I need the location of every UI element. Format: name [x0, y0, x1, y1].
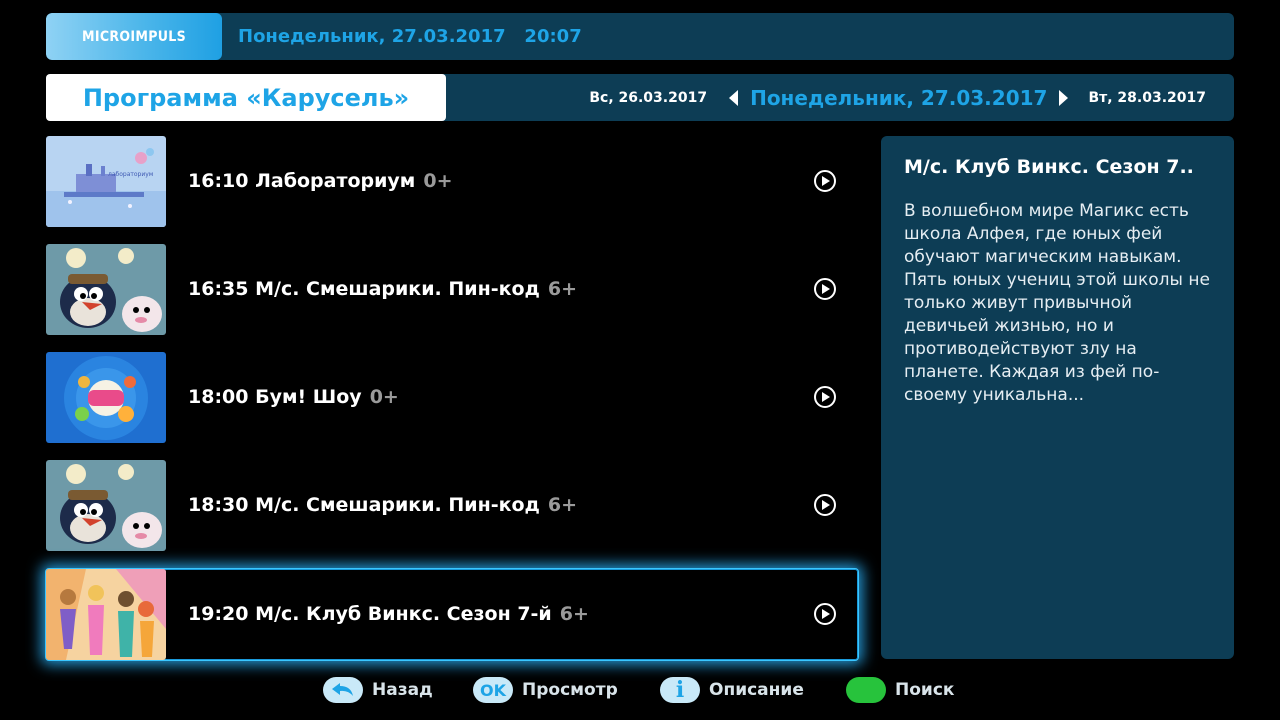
- back-arrow-icon: [323, 677, 363, 703]
- prev-date[interactable]: Вс, 26.03.2017: [589, 90, 707, 106]
- program-thumbnail: [46, 460, 166, 551]
- program-list: лабораториум 16:10 Лабораториум 0+ 16:35…: [45, 136, 859, 678]
- program-title: 18:30 М/с. Смешарики. Пин-код 6+: [188, 494, 578, 516]
- back-label: Назад: [372, 680, 433, 700]
- program-row[interactable]: лабораториум 16:10 Лабораториум 0+: [46, 136, 858, 227]
- age-rating: 0+: [423, 170, 453, 192]
- chevron-right-icon[interactable]: [1059, 89, 1069, 106]
- program-thumbnail: лабораториум: [46, 136, 166, 227]
- date-navigation-bar: Программа «Карусель» Вс, 26.03.2017 Поне…: [46, 74, 1234, 121]
- info-icon: i: [660, 677, 700, 703]
- play-circle-icon[interactable]: [814, 170, 836, 192]
- program-title: 18:00 Бум! Шоу 0+: [188, 386, 399, 408]
- svg-text:лабораториум: лабораториум: [108, 171, 153, 178]
- current-datetime: Понедельник, 27.03.2017 20:07: [238, 26, 582, 47]
- program-title: 16:35 М/с. Смешарики. Пин-код 6+: [188, 278, 578, 300]
- back-hint[interactable]: Назад: [323, 676, 433, 704]
- channel-title: Программа «Карусель»: [46, 74, 446, 121]
- age-rating: 6+: [547, 278, 578, 300]
- age-rating: 6+: [547, 494, 578, 516]
- play-circle-icon[interactable]: [814, 278, 836, 300]
- program-thumbnail: [46, 244, 166, 335]
- current-date: Понедельник, 27.03.2017: [750, 85, 1048, 110]
- next-date[interactable]: Вт, 28.03.2017: [1088, 90, 1206, 106]
- green-key-icon: [846, 677, 886, 703]
- date-switcher: Вс, 26.03.2017 Понедельник, 27.03.2017 В…: [589, 74, 1206, 121]
- ok-label: Просмотр: [522, 680, 618, 700]
- program-title: 19:20 М/с. Клуб Винкс. Сезон 7-й 6+: [188, 603, 589, 625]
- program-title: 16:10 Лабораториум 0+: [188, 170, 453, 192]
- program-row[interactable]: 16:35 М/с. Смешарики. Пин-код 6+: [46, 244, 858, 335]
- search-hint[interactable]: Поиск: [846, 676, 954, 704]
- ok-key-icon: OK: [473, 677, 513, 703]
- play-circle-icon[interactable]: [814, 603, 836, 625]
- chevron-left-icon[interactable]: [729, 89, 739, 106]
- program-row[interactable]: 18:30 М/с. Смешарики. Пин-код 6+: [46, 460, 858, 551]
- program-row[interactable]: 18:00 Бум! Шоу 0+: [46, 352, 858, 443]
- program-thumbnail: [46, 569, 166, 660]
- brand-logo: MICROIMPULS: [46, 13, 222, 60]
- description-panel: М/с. Клуб Винкс. Сезон 7.. В волшебном м…: [881, 136, 1234, 659]
- search-label: Поиск: [895, 680, 955, 700]
- description-title: М/с. Клуб Винкс. Сезон 7..: [904, 156, 1194, 178]
- status-bar: MICROIMPULS Понедельник, 27.03.2017 20:0…: [46, 13, 1234, 60]
- info-label: Описание: [709, 680, 804, 700]
- program-thumbnail: [46, 352, 166, 443]
- age-rating: 0+: [369, 386, 399, 408]
- description-text: В волшебном мире Магикс есть школа Алфея…: [904, 201, 1210, 405]
- ok-hint[interactable]: OK Просмотр: [473, 676, 618, 704]
- play-circle-icon[interactable]: [814, 494, 836, 516]
- info-hint[interactable]: i Описание: [660, 676, 804, 704]
- age-rating: 6+: [559, 603, 589, 625]
- remote-help-bar: Назад OK Просмотр i Описание Поиск: [0, 676, 1280, 704]
- program-row-selected[interactable]: 19:20 М/с. Клуб Винкс. Сезон 7-й 6+: [45, 568, 859, 661]
- play-circle-icon[interactable]: [814, 386, 836, 408]
